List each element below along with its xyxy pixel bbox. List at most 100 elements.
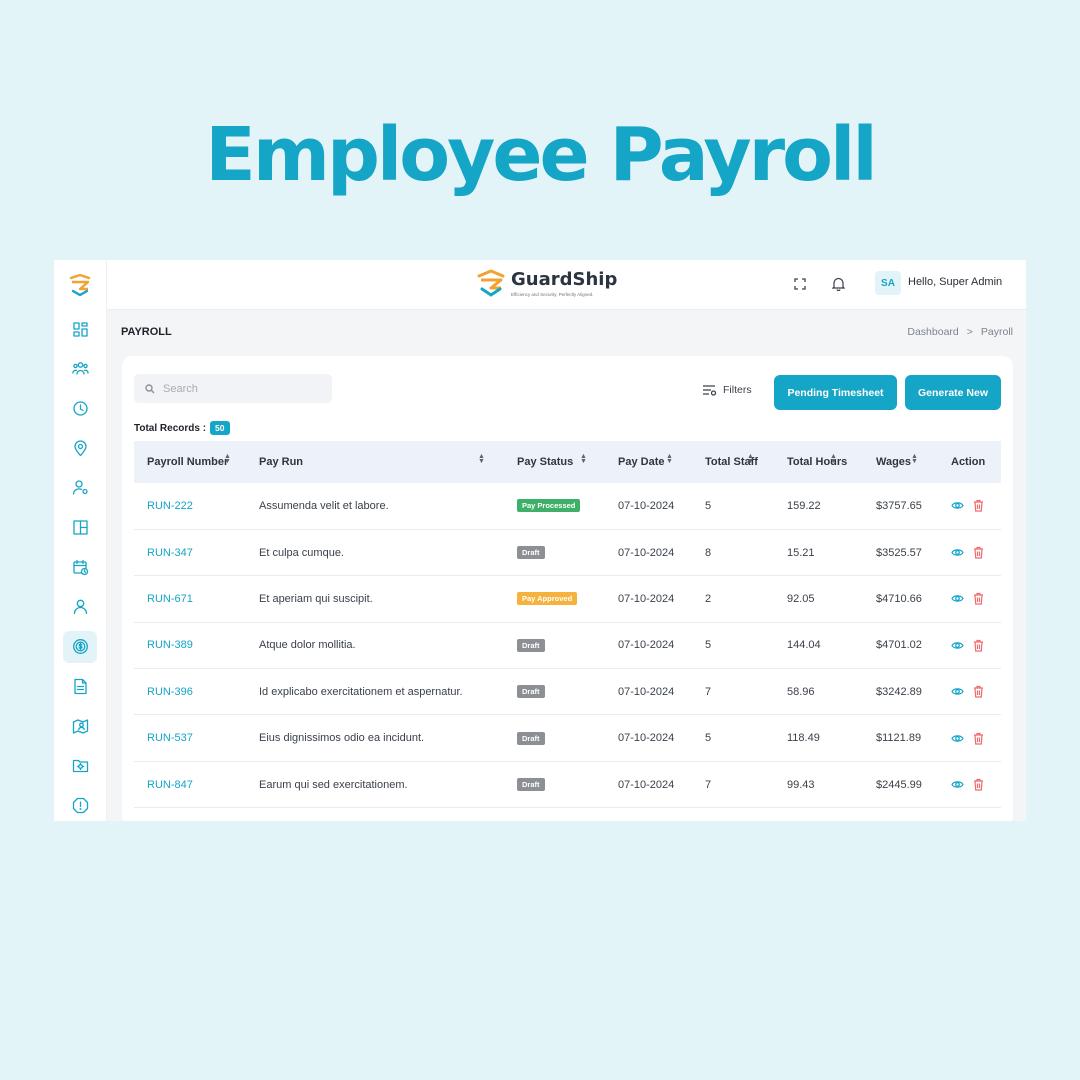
total-staff-cell: 7	[705, 685, 712, 698]
sort-icon[interactable]: ▲ ▼	[580, 453, 587, 465]
view-icon[interactable]	[951, 499, 964, 512]
search-input[interactable]	[163, 382, 323, 395]
delete-icon[interactable]	[972, 546, 985, 559]
payroll-number-link[interactable]: RUN-537	[134, 715, 246, 761]
pay-date-cell: 07-10-2024	[618, 546, 675, 559]
status-badge: Draft	[517, 685, 545, 699]
sidebar-item-user[interactable]	[63, 591, 97, 623]
topbar: GuardShip Efficiency and Security, Perfe…	[107, 260, 1026, 310]
column-header[interactable]: Pay Run ▲ ▼	[246, 441, 504, 483]
action-cell	[938, 622, 1001, 668]
status-badge: Pay Approved	[517, 592, 578, 606]
sort-icon[interactable]: ▲ ▼	[224, 453, 231, 465]
guardship-logo-icon[interactable]	[67, 272, 93, 298]
delete-icon[interactable]	[972, 592, 985, 606]
column-header[interactable]: Payroll Number ▲ ▼	[134, 441, 246, 483]
view-icon[interactable]	[951, 778, 964, 791]
pay-date-cell: 07-10-2024	[618, 592, 675, 605]
column-header: Action	[938, 441, 1001, 483]
sidebar-item-users[interactable]	[63, 353, 97, 385]
payroll-number-link[interactable]: RUN-222	[134, 483, 246, 529]
map-user-icon	[72, 718, 88, 734]
pay-date-cell: 07-10-2024	[618, 685, 675, 698]
payroll-number-link[interactable]: RUN-847	[134, 761, 246, 807]
page-title: PAYROLL	[121, 326, 172, 338]
payroll-number-link[interactable]: RUN-396	[134, 669, 246, 715]
total-hours-cell: 159.22	[787, 499, 821, 512]
sidebar	[54, 260, 107, 821]
pending-timesheet-button[interactable]: Pending Timesheet	[774, 375, 897, 410]
users-icon	[71, 362, 89, 375]
pay-date-cell: 07-10-2024	[618, 639, 675, 652]
pay-run-cell: Et aperiam qui suscipit.	[259, 592, 373, 605]
pay-date-cell: 07-10-2024	[618, 732, 675, 745]
sidebar-item-alert[interactable]	[63, 789, 97, 821]
fullscreen-icon[interactable]	[791, 275, 809, 293]
total-staff-cell: 7	[705, 778, 712, 791]
column-header[interactable]: Total Hours ▲ ▼	[774, 441, 863, 483]
pay-status-cell: Draft	[504, 622, 605, 668]
total-staff-cell: 8	[705, 546, 712, 559]
column-header[interactable]: Total Staff ▲ ▼	[692, 441, 774, 483]
delete-icon[interactable]	[972, 639, 985, 652]
sort-icon[interactable]: ▲ ▼	[747, 453, 754, 465]
pay-run-cell: Assumenda velit et labore.	[259, 499, 389, 512]
generate-new-button[interactable]: Generate New	[905, 375, 1001, 410]
pay-date-cell: 07-10-2024	[618, 499, 675, 512]
sidebar-item-document[interactable]	[63, 670, 97, 702]
total-hours-cell: 15.21	[787, 546, 815, 559]
sidebar-item-location[interactable]	[63, 432, 97, 464]
wages-cell: $4710.66	[876, 592, 922, 605]
sidebar-item-clock[interactable]	[63, 392, 97, 424]
sort-icon[interactable]: ▲ ▼	[830, 453, 837, 465]
status-badge: Draft	[517, 546, 545, 560]
column-header[interactable]: Pay Date ▲ ▼	[605, 441, 692, 483]
sort-icon[interactable]: ▲ ▼	[666, 453, 673, 465]
column-header[interactable]: Wages ▲ ▼	[863, 441, 938, 483]
bell-icon[interactable]	[829, 275, 847, 293]
view-icon[interactable]	[951, 639, 964, 652]
payroll-number-link[interactable]: RUN-671	[134, 576, 246, 622]
total-hours-cell: 144.04	[787, 639, 821, 652]
delete-icon[interactable]	[972, 732, 985, 745]
delete-icon[interactable]	[972, 685, 985, 698]
table-row: RUN-396 Id explicabo exercitationem et as…	[134, 669, 1001, 715]
guardship-logo-icon	[477, 269, 505, 297]
payroll-number-link[interactable]: RUN-347	[134, 529, 246, 575]
folder-settings-icon	[72, 760, 88, 773]
filters-button[interactable]: Filters	[702, 384, 752, 396]
column-header[interactable]: Pay Status ▲ ▼	[504, 441, 605, 483]
breadcrumb-dashboard[interactable]: Dashboard	[907, 326, 958, 338]
pay-run-cell: Eius dignissimos odio ea incidunt.	[259, 732, 425, 745]
brand[interactable]: GuardShip Efficiency and Security, Perfe…	[476, 268, 617, 298]
column-header-label: Total Hours	[787, 456, 848, 468]
sort-icon[interactable]: ▲ ▼	[478, 453, 485, 465]
brand-name: GuardShip	[511, 268, 618, 290]
delete-icon[interactable]	[972, 778, 985, 791]
sidebar-item-dashboard[interactable]	[63, 313, 97, 345]
delete-icon[interactable]	[972, 499, 985, 513]
sidebar-item-folder-settings[interactable]	[63, 750, 97, 782]
search-box[interactable]	[134, 374, 332, 403]
avatar[interactable]: SA	[875, 271, 901, 295]
sidebar-item-map-user[interactable]	[63, 710, 97, 742]
sidebar-item-user-settings[interactable]	[63, 472, 97, 504]
view-icon[interactable]	[951, 592, 964, 605]
view-icon[interactable]	[951, 732, 964, 745]
pay-run-cell: Id explicabo exercitationem et aspernatu…	[259, 685, 463, 698]
view-icon[interactable]	[951, 685, 964, 698]
total-records: Total Records : 50	[134, 421, 230, 435]
table-row: RUN-347 Et culpa cumque. Draft 07-10-2024 8 1…	[134, 529, 1001, 576]
column-header-label: Pay Date	[618, 456, 665, 468]
payroll-number-link[interactable]: RUN-389	[134, 622, 246, 668]
sidebar-item-calendar-clock[interactable]	[63, 551, 97, 583]
view-icon[interactable]	[951, 546, 964, 559]
column-header-label: Action	[951, 456, 986, 468]
user-greeting[interactable]: Hello, Super Admin	[908, 276, 1002, 288]
sort-icon[interactable]: ▲ ▼	[911, 453, 918, 465]
brand-tagline: Efficiency and Security, Perfectly Align…	[511, 291, 594, 297]
sidebar-item-layout[interactable]	[63, 512, 97, 544]
sidebar-item-payroll[interactable]	[63, 630, 97, 663]
action-cell	[938, 576, 1001, 622]
pay-run-cell: Earum qui sed exercitationem.	[259, 778, 408, 791]
